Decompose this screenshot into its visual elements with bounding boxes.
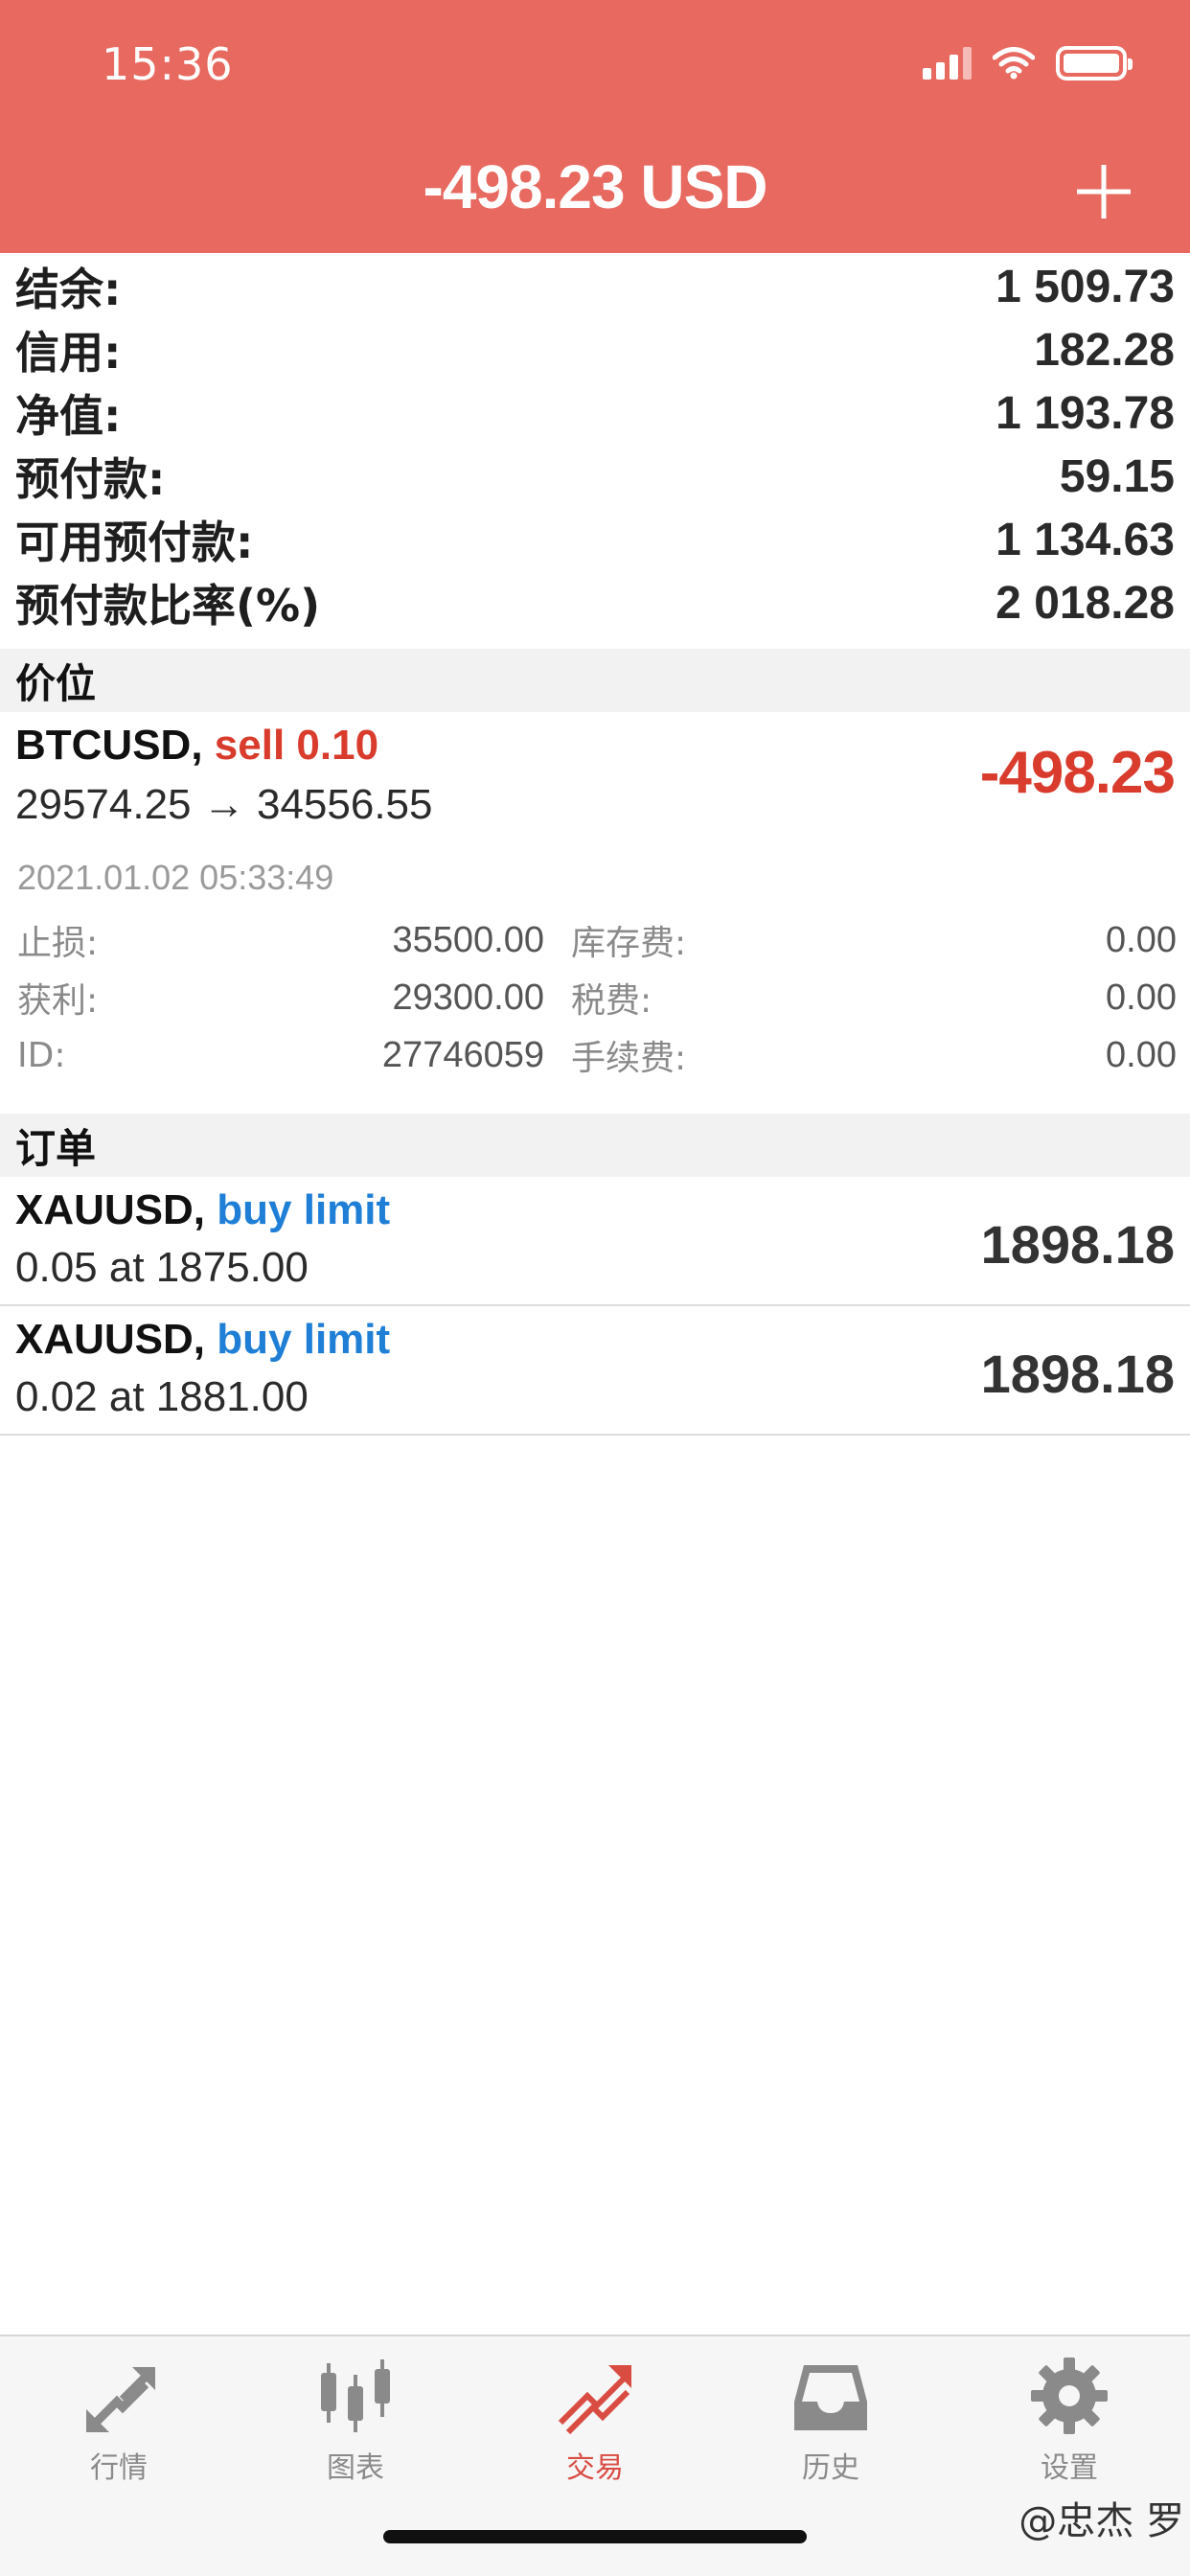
account-summary: 结余: 1 509.73 信用: 182.28 净值: 1 193.78 预付款…	[0, 255, 1190, 634]
detail-label: 止损:	[17, 924, 99, 963]
trade-screen: 15:36 -498.23 USD 结余: 1 509.73 信用: 182.2…	[0, 0, 1190, 2576]
orders-list: XAUUSD, buy limit 0.05 at 1875.00 1898.1…	[0, 1177, 1190, 1436]
status-icons	[923, 44, 1133, 82]
order-row[interactable]: XAUUSD, buy limit 0.02 at 1881.00 1898.1…	[0, 1306, 1190, 1436]
detail-label: 手续费:	[571, 1039, 687, 1078]
position-symbol: BTCUSD, sell 0.10	[15, 722, 378, 770]
position-prices: 29574.25 → 34556.55	[15, 781, 433, 828]
summary-value: 1 509.73	[995, 261, 1175, 312]
summary-margin-row: 预付款: 59.15	[0, 445, 1190, 508]
detail-value: 29300.00	[392, 977, 545, 1018]
tab-label: 历史	[802, 2451, 859, 2485]
floating-profit-title: -498.23 USD	[423, 152, 768, 221]
summary-value: 1 193.78	[995, 387, 1175, 439]
tab-label: 设置	[1041, 2451, 1098, 2485]
battery-icon	[1056, 46, 1133, 80]
home-indicator[interactable]	[383, 2530, 807, 2543]
header-bar: 15:36 -498.23 USD	[0, 0, 1190, 253]
position-open-time: 2021.01.02 05:33:49	[17, 858, 334, 897]
tab-history[interactable]: 历史	[754, 2356, 907, 2499]
positions-section-header: 价位	[0, 649, 1190, 712]
summary-label: 净值:	[15, 390, 122, 442]
tab-quotes[interactable]: 行情	[42, 2356, 195, 2499]
add-order-button[interactable]	[1073, 161, 1134, 222]
tab-settings[interactable]: 设置	[993, 2356, 1146, 2499]
detail-value: 0.00	[1106, 977, 1177, 1018]
quotes-arrows-icon	[86, 2367, 155, 2432]
detail-value: 0.00	[1106, 1034, 1177, 1075]
tab-label: 交易	[566, 2451, 624, 2485]
summary-credit-row: 信用: 182.28	[0, 318, 1190, 381]
summary-value: 2 018.28	[995, 577, 1175, 629]
order-row[interactable]: XAUUSD, buy limit 0.05 at 1875.00 1898.1…	[0, 1177, 1190, 1306]
order-current-price: 1898.18	[980, 1344, 1175, 1404]
detail-label: 税费:	[571, 981, 652, 1021]
tab-charts[interactable]: 图表	[279, 2356, 432, 2499]
detail-row: 获利: 29300.00 税费: 0.00	[17, 969, 1177, 1026]
trade-trend-icon	[558, 2365, 631, 2435]
order-current-price: 1898.18	[980, 1214, 1175, 1275]
summary-label: 预付款比率(%)	[15, 580, 321, 632]
candlestick-chart-icon	[321, 2359, 390, 2432]
order-type: buy limit	[217, 1316, 391, 1363]
history-inbox-icon	[794, 2365, 867, 2430]
order-type: buy limit	[217, 1186, 391, 1233]
wifi-icon	[993, 47, 1035, 80]
tab-label: 行情	[90, 2451, 148, 2485]
summary-free-margin-row: 可用预付款: 1 134.63	[0, 508, 1190, 571]
position-profit: -498.23	[979, 740, 1176, 806]
order-detail: 0.02 at 1881.00	[15, 1373, 309, 1420]
order-detail: 0.05 at 1875.00	[15, 1244, 309, 1291]
detail-value: 27746059	[381, 1034, 544, 1075]
summary-label: 预付款:	[15, 453, 166, 505]
tab-trade[interactable]: 交易	[518, 2356, 672, 2499]
summary-balance-row: 结余: 1 509.73	[0, 255, 1190, 318]
tab-label: 图表	[327, 2451, 384, 2485]
summary-margin-level-row: 预付款比率(%) 2 018.28	[0, 571, 1190, 634]
position-symbol-name: BTCUSD,	[15, 722, 203, 769]
detail-value: 0.00	[1106, 919, 1177, 960]
detail-label: 获利:	[17, 981, 99, 1021]
position-details: 止损: 35500.00 库存费: 0.00 获利: 29300.00 税费: …	[17, 911, 1177, 1084]
summary-value: 59.15	[1059, 450, 1175, 502]
detail-label: ID:	[17, 1035, 66, 1075]
watermark: @忠杰 罗	[1018, 2499, 1184, 2543]
detail-value: 35500.00	[392, 919, 545, 960]
order-symbol: XAUUSD, buy limit	[15, 1186, 390, 1234]
summary-value: 1 134.63	[995, 514, 1175, 565]
detail-row: ID: 27746059 手续费: 0.00	[17, 1026, 1177, 1084]
order-symbol-name: XAUUSD,	[15, 1186, 206, 1233]
summary-label: 可用预付款:	[15, 517, 254, 568]
detail-row: 止损: 35500.00 库存费: 0.00	[17, 911, 1177, 969]
summary-label: 信用:	[15, 327, 122, 379]
position-side: sell 0.10	[214, 722, 379, 769]
position-row[interactable]: BTCUSD, sell 0.10 29574.25 → 34556.55 -4…	[0, 712, 1190, 1115]
status-time: 15:36	[102, 38, 234, 90]
orders-section-header: 订单	[0, 1114, 1190, 1177]
detail-label: 库存费:	[571, 924, 687, 963]
order-symbol-name: XAUUSD,	[15, 1316, 206, 1363]
summary-equity-row: 净值: 1 193.78	[0, 381, 1190, 445]
summary-label: 结余:	[15, 264, 122, 315]
summary-value: 182.28	[1034, 324, 1175, 376]
gear-icon	[1031, 2358, 1108, 2434]
order-symbol: XAUUSD, buy limit	[15, 1316, 390, 1364]
cellular-signal-icon	[923, 47, 972, 80]
